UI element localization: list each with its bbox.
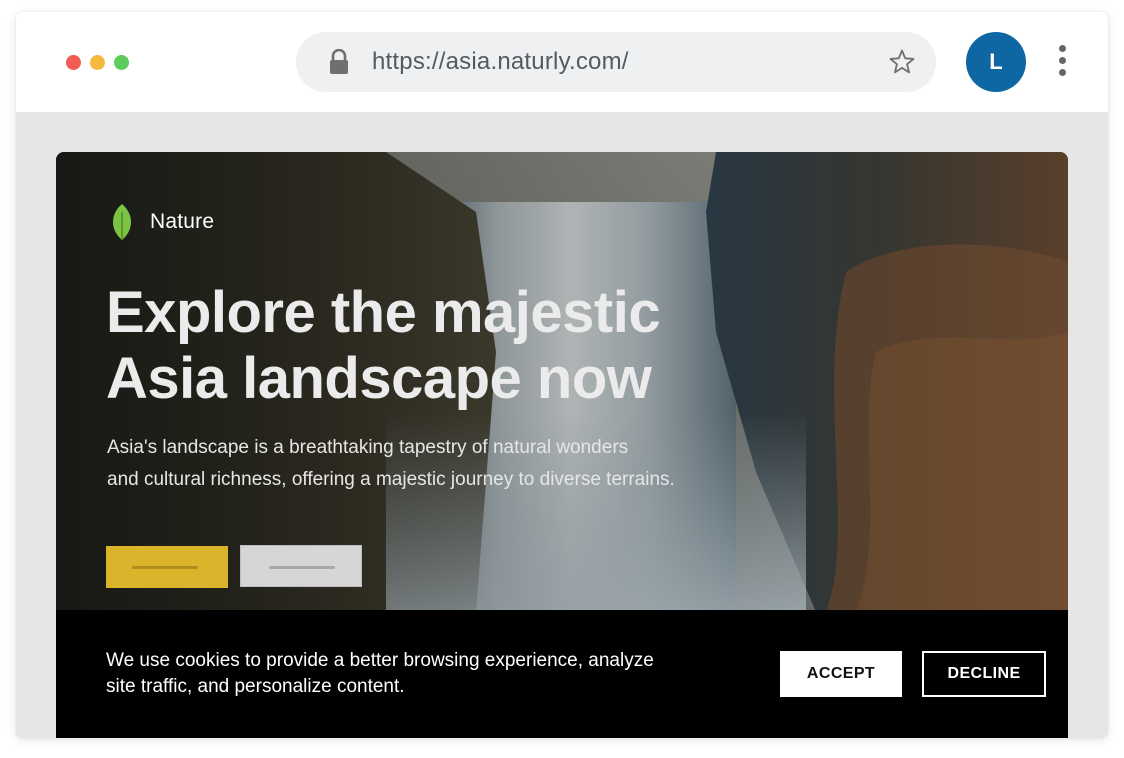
star-icon[interactable] xyxy=(888,48,916,76)
cookie-message-line-2: site traffic, and personalize content. xyxy=(106,676,405,697)
address-bar[interactable]: https://asia.naturly.com/ xyxy=(296,32,936,92)
decline-button[interactable]: DECLINE xyxy=(922,651,1046,697)
close-window-dot[interactable] xyxy=(66,55,81,70)
hero-headline: Explore the majestic Asia landscape now xyxy=(106,280,806,412)
leaf-icon xyxy=(113,204,131,240)
avatar[interactable]: L xyxy=(966,32,1026,92)
minimize-window-dot[interactable] xyxy=(90,55,105,70)
accept-button[interactable]: ACCEPT xyxy=(780,651,902,697)
headline-line-2: Asia landscape now xyxy=(106,346,652,411)
headline-line-1: Explore the majestic xyxy=(106,280,661,345)
description-line-2: and cultural richness, offering a majest… xyxy=(107,469,675,490)
brand-name: Nature xyxy=(150,210,215,233)
cookie-banner: We use cookies to provide a better brows… xyxy=(56,610,1068,738)
browser-window: https://asia.naturly.com/ L Nature Explo… xyxy=(16,12,1108,738)
description-line-1: Asia's landscape is a breathtaking tapes… xyxy=(107,437,629,458)
cookie-message: We use cookies to provide a better brows… xyxy=(106,648,706,700)
cookie-message-line-1: We use cookies to provide a better brows… xyxy=(106,650,654,671)
browser-toolbar: https://asia.naturly.com/ L xyxy=(16,12,1108,112)
maximize-window-dot[interactable] xyxy=(114,55,129,70)
url-text[interactable]: https://asia.naturly.com/ xyxy=(372,48,629,76)
button-placeholder-line xyxy=(132,566,198,569)
hero-section: Nature Explore the majestic Asia landsca… xyxy=(56,152,1068,612)
button-placeholder-line xyxy=(269,566,335,569)
hero-description: Asia's landscape is a breathtaking tapes… xyxy=(107,432,767,496)
secondary-cta-button[interactable] xyxy=(240,545,362,587)
lock-icon xyxy=(330,49,348,74)
primary-cta-button[interactable] xyxy=(106,546,228,588)
more-vertical-icon[interactable] xyxy=(1056,45,1068,81)
